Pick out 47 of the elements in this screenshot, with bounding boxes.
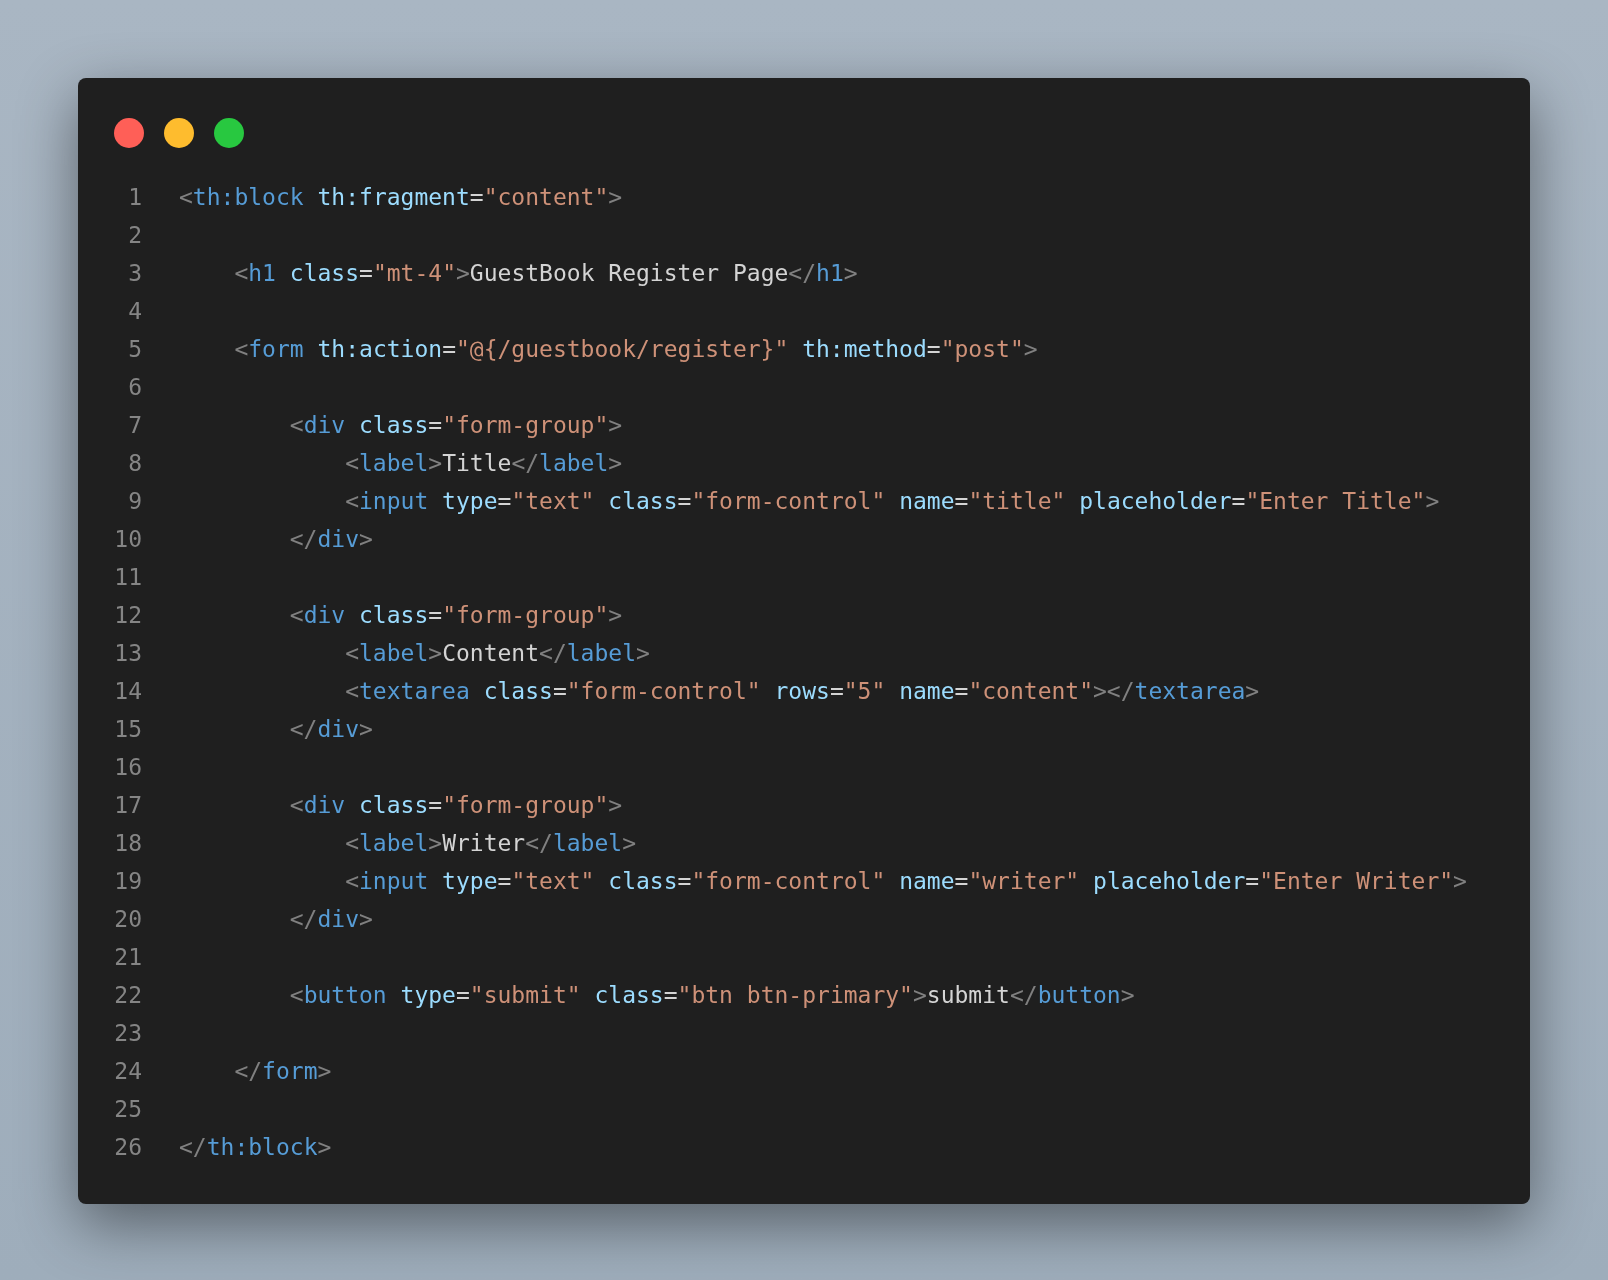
zoom-dot[interactable] xyxy=(214,118,244,148)
line-number: 1 xyxy=(127,183,142,212)
code-line: <label>Writer</label> xyxy=(344,829,637,858)
code-line: <label>Title</label> xyxy=(344,449,623,478)
line-number: 10 xyxy=(114,525,142,554)
code-line: </div> xyxy=(288,905,373,934)
line-number: 23 xyxy=(114,1019,142,1048)
line-number: 26 xyxy=(114,1133,142,1162)
line-number: 18 xyxy=(114,829,142,858)
line-number: 16 xyxy=(114,753,142,782)
line-number: 7 xyxy=(127,411,142,440)
code-line: <label>Content</label> xyxy=(344,639,650,668)
code-line: </div> xyxy=(288,525,373,554)
code-line: <input type="text" class="form-control" name="writer" placeholder="Enter Writer"> xyxy=(344,867,1467,896)
line-number: 15 xyxy=(114,715,142,744)
line-number: 2 xyxy=(127,221,142,250)
code-line: <div class="form-group"> xyxy=(288,601,623,630)
code-line: </div> xyxy=(288,715,373,744)
code-line: <form th:action="@{/guestbook/register}" th:method="post"> xyxy=(233,335,1038,364)
line-number: 5 xyxy=(127,335,142,364)
code-line: <button type="submit" class="btn btn-primary">submit</button> xyxy=(288,981,1135,1010)
line-number: 22 xyxy=(114,981,142,1010)
code-line: <div class="form-group"> xyxy=(288,411,623,440)
code-line: <h1 class="mt-4">GuestBook Register Page</h1> xyxy=(233,259,858,288)
line-number: 4 xyxy=(127,297,142,326)
line-number: 9 xyxy=(127,487,142,516)
code-line: <input type="text" class="form-control" name="title" placeholder="Enter Title"> xyxy=(344,487,1440,516)
line-number: 6 xyxy=(127,373,142,402)
line-number: 14 xyxy=(114,677,142,706)
code-line: <textarea class="form-control" rows="5" name="content"></textarea> xyxy=(344,677,1260,706)
code-line: <div class="form-group"> xyxy=(288,791,623,820)
line-number: 21 xyxy=(114,943,142,972)
line-number: 25 xyxy=(114,1095,142,1124)
line-number: 20 xyxy=(114,905,142,934)
line-number: 12 xyxy=(114,601,142,630)
code-line: <th:block th:fragment="content"> xyxy=(179,183,623,212)
line-number: 3 xyxy=(127,259,142,288)
code-line: </th:block> xyxy=(179,1133,332,1162)
line-number: 17 xyxy=(114,791,142,820)
line-number: 24 xyxy=(114,1057,142,1086)
minimize-dot[interactable] xyxy=(164,118,194,148)
line-number: 8 xyxy=(127,449,142,478)
code-line: </form> xyxy=(233,1057,332,1086)
line-number: 19 xyxy=(114,867,142,896)
close-dot[interactable] xyxy=(114,118,144,148)
line-number: 13 xyxy=(114,639,142,668)
line-number: 11 xyxy=(114,563,142,592)
